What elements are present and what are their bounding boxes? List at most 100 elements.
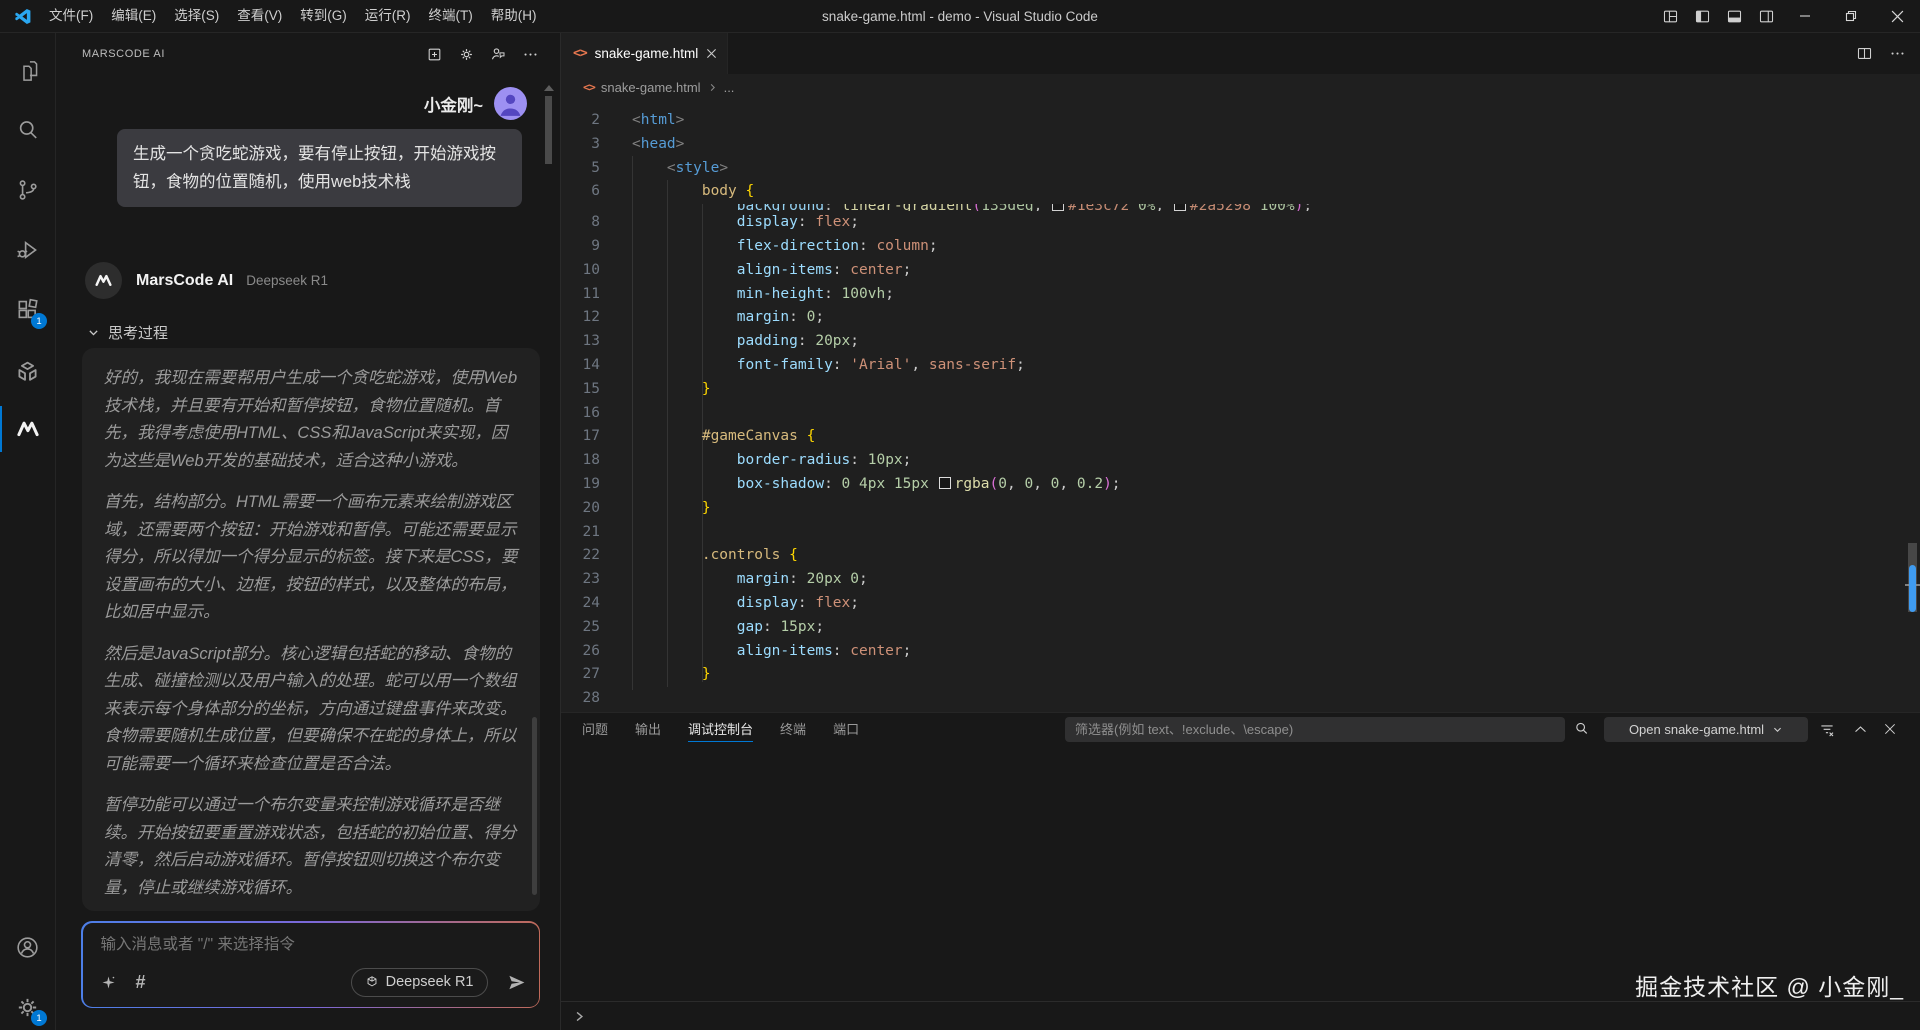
code-line[interactable]: 26 align-items: center; bbox=[560, 640, 1904, 664]
menu-item[interactable]: 编辑(E) bbox=[102, 0, 165, 32]
vscode-logo-icon bbox=[13, 7, 32, 26]
toggle-primary-sidebar-icon[interactable] bbox=[1686, 0, 1718, 32]
line-number: 25 bbox=[560, 616, 600, 640]
code-line[interactable]: 7 background: linear-gradient(135deg, #1… bbox=[560, 204, 1904, 211]
menu-item[interactable]: 运行(R) bbox=[356, 0, 420, 32]
tab-snake-game[interactable]: <> snake-game.html bbox=[560, 32, 728, 74]
close-icon[interactable] bbox=[1874, 0, 1920, 32]
debug-console-input[interactable] bbox=[560, 1002, 1920, 1030]
run-debug-icon[interactable] bbox=[0, 225, 55, 275]
thinking-toggle[interactable]: 思考过程 bbox=[87, 322, 168, 343]
thinking-paragraph: 首先，结构部分。HTML需要一个画布元素来绘制游戏区域，还需要两个按钮：开始游戏… bbox=[104, 489, 518, 627]
search-icon[interactable] bbox=[1573, 720, 1590, 737]
send-icon[interactable] bbox=[507, 973, 526, 992]
code-line[interactable]: 6 body { bbox=[560, 180, 1904, 204]
clear-filter-icon[interactable] bbox=[1818, 721, 1836, 739]
code-line[interactable]: 23 margin: 20px 0; bbox=[560, 568, 1904, 592]
panel-filter-input[interactable] bbox=[1065, 717, 1565, 742]
search-icon[interactable] bbox=[0, 105, 55, 155]
code-line[interactable]: 20 } bbox=[560, 497, 1904, 521]
console-source-dropdown[interactable]: Open snake-game.html bbox=[1604, 717, 1808, 742]
code-line[interactable]: 11 min-height: 100vh; bbox=[560, 283, 1904, 307]
code-line[interactable]: 19 box-shadow: 0 4px 15px rgba(0, 0, 0, … bbox=[560, 473, 1904, 497]
sparkle-icon[interactable] bbox=[100, 974, 117, 991]
code-line[interactable]: 15 } bbox=[560, 378, 1904, 402]
code-line[interactable]: 13 padding: 20px; bbox=[560, 330, 1904, 354]
tab-bar: <> snake-game.html bbox=[560, 32, 1920, 74]
code-line[interactable]: 27 } bbox=[560, 663, 1904, 687]
menu-item[interactable]: 转到(G) bbox=[291, 0, 356, 32]
thinking-scrollbar[interactable] bbox=[532, 717, 537, 895]
toggle-secondary-sidebar-icon[interactable] bbox=[1750, 0, 1782, 32]
more-icon[interactable] bbox=[518, 42, 542, 66]
panel-tab[interactable]: 调试控制台 bbox=[688, 713, 753, 746]
line-number: 17 bbox=[560, 425, 600, 449]
code-line[interactable]: 18 border-radius: 10px; bbox=[560, 449, 1904, 473]
new-chat-icon[interactable] bbox=[422, 42, 446, 66]
restore-icon[interactable] bbox=[1828, 0, 1874, 32]
code-line[interactable]: 9 flex-direction: column; bbox=[560, 235, 1904, 259]
menu-item[interactable]: 选择(S) bbox=[165, 0, 228, 32]
share-profile-icon[interactable] bbox=[486, 42, 510, 66]
menu-item[interactable]: 终端(T) bbox=[420, 0, 482, 32]
account-icon[interactable] bbox=[0, 922, 55, 972]
explorer-icon[interactable] bbox=[0, 46, 55, 96]
code-area[interactable]: 2<html>3<head>5 <style>6 body {7 backgro… bbox=[560, 100, 1904, 713]
plugin-knot-icon[interactable] bbox=[0, 347, 55, 397]
code-line[interactable]: 3<head> bbox=[560, 133, 1904, 157]
menu-item[interactable]: 帮助(H) bbox=[482, 0, 546, 32]
code-line[interactable]: 12 margin: 0; bbox=[560, 306, 1904, 330]
breadcrumb[interactable]: <> snake-game.html ... bbox=[560, 74, 1920, 100]
menu-bar: 文件(F)编辑(E)选择(S)查看(V)转到(G)运行(R)终端(T)帮助(H) bbox=[40, 0, 546, 32]
line-number: 18 bbox=[560, 449, 600, 473]
panel-tab[interactable]: 终端 bbox=[780, 713, 806, 746]
breadcrumb-more[interactable]: ... bbox=[724, 80, 735, 95]
customize-layout-icon[interactable] bbox=[1654, 0, 1686, 32]
hash-icon[interactable]: # bbox=[136, 973, 146, 991]
tab-close-icon[interactable] bbox=[706, 48, 717, 59]
code-line[interactable]: 24 display: flex; bbox=[560, 592, 1904, 616]
line-number: 9 bbox=[560, 235, 600, 259]
split-editor-icon[interactable] bbox=[1856, 45, 1873, 62]
line-number: 5 bbox=[560, 157, 600, 181]
activity-bar: 1 1 bbox=[0, 32, 56, 1030]
marscode-ai-icon[interactable] bbox=[0, 404, 55, 454]
line-number: 12 bbox=[560, 306, 600, 330]
menu-item[interactable]: 文件(F) bbox=[40, 0, 102, 32]
panel-tab[interactable]: 问题 bbox=[582, 713, 608, 746]
menu-item[interactable]: 查看(V) bbox=[228, 0, 291, 32]
editor-scrollbar-decoration bbox=[1909, 565, 1916, 612]
code-line[interactable]: 25 gap: 15px; bbox=[560, 616, 1904, 640]
panel-tab[interactable]: 端口 bbox=[833, 713, 859, 746]
maximize-panel-icon[interactable] bbox=[1852, 721, 1869, 738]
chat-input[interactable] bbox=[99, 935, 483, 955]
line-number: 24 bbox=[560, 592, 600, 616]
editor-more-actions-icon[interactable] bbox=[1889, 45, 1906, 62]
code-line[interactable]: 2<html> bbox=[560, 109, 1904, 133]
breadcrumb-file[interactable]: snake-game.html bbox=[601, 80, 701, 95]
vscode-window: 文件(F)编辑(E)选择(S)查看(V)转到(G)运行(R)终端(T)帮助(H)… bbox=[0, 0, 1920, 1030]
code-line[interactable]: 21 bbox=[560, 521, 1904, 545]
sidebar-scrollbar[interactable] bbox=[545, 96, 552, 164]
code-line[interactable]: 22 .controls { bbox=[560, 544, 1904, 568]
panel-tab[interactable]: 输出 bbox=[635, 713, 661, 746]
code-line[interactable]: 10 align-items: center; bbox=[560, 259, 1904, 283]
settings-gear-icon[interactable]: 1 bbox=[0, 982, 55, 1030]
scrollbar-up-arrow[interactable] bbox=[544, 85, 554, 91]
line-number: 26 bbox=[560, 640, 600, 664]
code-line[interactable]: 17 #gameCanvas { bbox=[560, 425, 1904, 449]
code-line[interactable]: 5 <style> bbox=[560, 157, 1904, 181]
close-panel-icon[interactable] bbox=[1882, 721, 1898, 737]
tab-label: snake-game.html bbox=[595, 46, 702, 61]
source-control-icon[interactable] bbox=[0, 165, 55, 215]
settings-icon[interactable] bbox=[454, 42, 478, 66]
minimize-icon[interactable] bbox=[1782, 0, 1828, 32]
code-line[interactable]: 8 display: flex; bbox=[560, 211, 1904, 235]
code-line[interactable]: 14 font-family: 'Arial', sans-serif; bbox=[560, 354, 1904, 378]
code-line[interactable]: 16 bbox=[560, 402, 1904, 426]
code-line[interactable]: 28 bbox=[560, 687, 1904, 711]
line-number: 6 bbox=[560, 180, 600, 204]
toggle-panel-icon[interactable] bbox=[1718, 0, 1750, 32]
model-selector[interactable]: Deepseek R1 bbox=[351, 968, 488, 997]
extensions-icon[interactable]: 1 bbox=[0, 285, 55, 335]
